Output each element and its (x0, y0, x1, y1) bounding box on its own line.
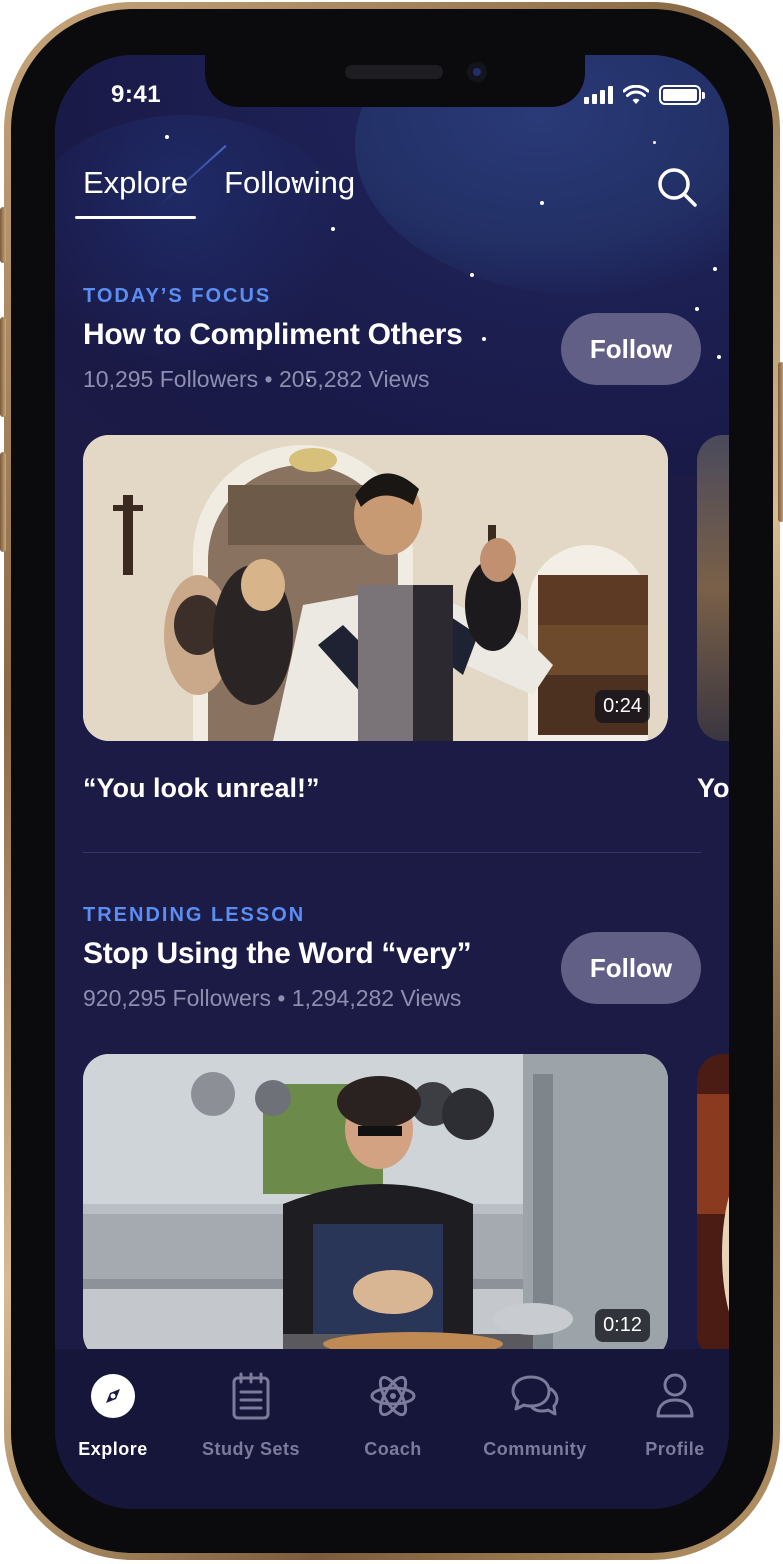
tab-bar-community[interactable]: Community (465, 1371, 605, 1460)
compass-icon (91, 1374, 135, 1418)
front-camera (467, 62, 487, 82)
star (713, 267, 717, 271)
volume-down-button (0, 452, 6, 552)
tab-following[interactable]: Following (224, 165, 355, 219)
app-screen: 9:41 Explore Following TODAY’S FOCUS How… (55, 55, 729, 1509)
tab-bar-explore[interactable]: Explore (55, 1371, 183, 1460)
follow-button[interactable]: Follow (561, 313, 701, 385)
phone-bezel: 9:41 Explore Following TODAY’S FOCUS How… (11, 9, 773, 1553)
feed-tabs: Explore Following (74, 165, 355, 219)
section-divider (83, 852, 701, 853)
status-time: 9:41 (111, 81, 162, 108)
mute-switch (0, 207, 6, 263)
follow-button[interactable]: Follow (561, 932, 701, 1004)
power-button (778, 362, 783, 522)
trending-lesson-section: TRENDING LESSON Stop Using the Word “ver… (83, 904, 701, 1024)
status-icons (584, 85, 705, 105)
notepad-icon (232, 1372, 270, 1420)
wifi-icon (623, 85, 649, 104)
bottom-tab-bar: Explore Study Sets Coach Community Profi… (55, 1349, 729, 1509)
chat-bubbles-icon (511, 1375, 559, 1416)
video-thumbnail-next (697, 435, 729, 741)
volume-up-button (0, 317, 6, 417)
video-thumbnail-party (83, 435, 668, 741)
next-video-caption: Yo (697, 773, 729, 803)
tab-bar-label: Coach (364, 1439, 422, 1459)
star (165, 135, 169, 139)
star (717, 355, 721, 359)
today-focus-section: TODAY’S FOCUS How to Compliment Others 1… (83, 285, 701, 405)
tab-bar-label: Profile (645, 1439, 705, 1459)
search-button[interactable] (655, 165, 699, 209)
video-card[interactable]: 0:12 (83, 1054, 668, 1360)
video-caption: “You look unreal!” (83, 773, 320, 803)
tab-explore[interactable]: Explore (74, 165, 197, 219)
search-icon (658, 168, 697, 207)
video-card[interactable]: 0:24 (83, 435, 668, 741)
video-duration: 0:12 (595, 1309, 650, 1342)
section-eyebrow: TODAY’S FOCUS (83, 285, 272, 307)
star (540, 201, 544, 205)
battery-icon (659, 85, 705, 105)
star (653, 141, 656, 144)
star (331, 227, 335, 231)
device-notch (205, 55, 585, 107)
video-thumbnail-kitchen (83, 1054, 668, 1360)
video-duration: 0:24 (595, 690, 650, 723)
star (470, 273, 474, 277)
tab-bar-label: Study Sets (201, 1439, 301, 1459)
speaker-grille (345, 65, 443, 79)
tab-bar-coach[interactable]: Coach (323, 1371, 463, 1460)
next-video-card[interactable] (697, 1054, 729, 1360)
tab-bar-study-sets[interactable]: Study Sets (181, 1371, 321, 1460)
phone-frame: 9:41 Explore Following TODAY’S FOCUS How… (0, 2, 783, 1560)
tab-bar-label: Community (483, 1439, 587, 1459)
section-eyebrow: TRENDING LESSON (83, 904, 306, 926)
next-video-card[interactable] (697, 435, 729, 741)
video-thumbnail-next (697, 1054, 729, 1360)
cellular-signal-icon (584, 86, 613, 104)
tab-bar-profile[interactable]: Profile (605, 1371, 729, 1460)
person-icon (656, 1373, 694, 1418)
atom-icon (370, 1375, 416, 1417)
tab-bar-label: Explore (78, 1439, 148, 1459)
